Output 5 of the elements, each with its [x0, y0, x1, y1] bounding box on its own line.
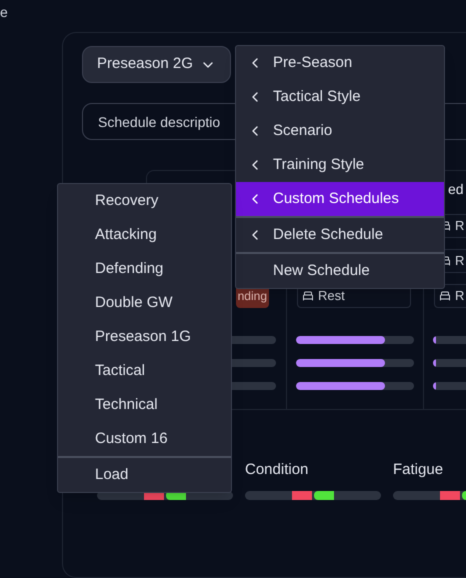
stat-label: Fatigue: [393, 461, 444, 478]
stat-label: Condition: [245, 461, 308, 478]
header-text: e: [0, 3, 8, 22]
day-header: ed: [448, 181, 464, 197]
rest-chip: R: [434, 284, 466, 308]
